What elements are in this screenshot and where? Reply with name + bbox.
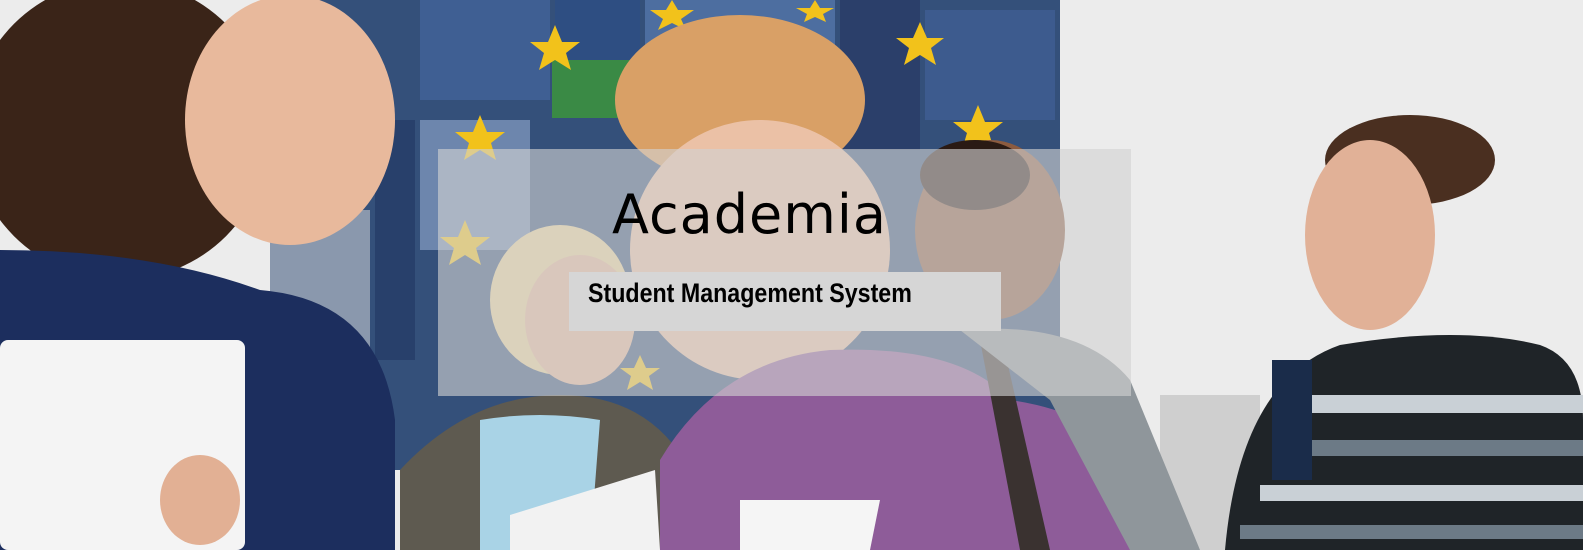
app-subtitle: Student Management System — [588, 278, 912, 308]
hero-banner: Academia Student Management System — [0, 0, 1583, 550]
app-title: Academia — [612, 183, 887, 246]
